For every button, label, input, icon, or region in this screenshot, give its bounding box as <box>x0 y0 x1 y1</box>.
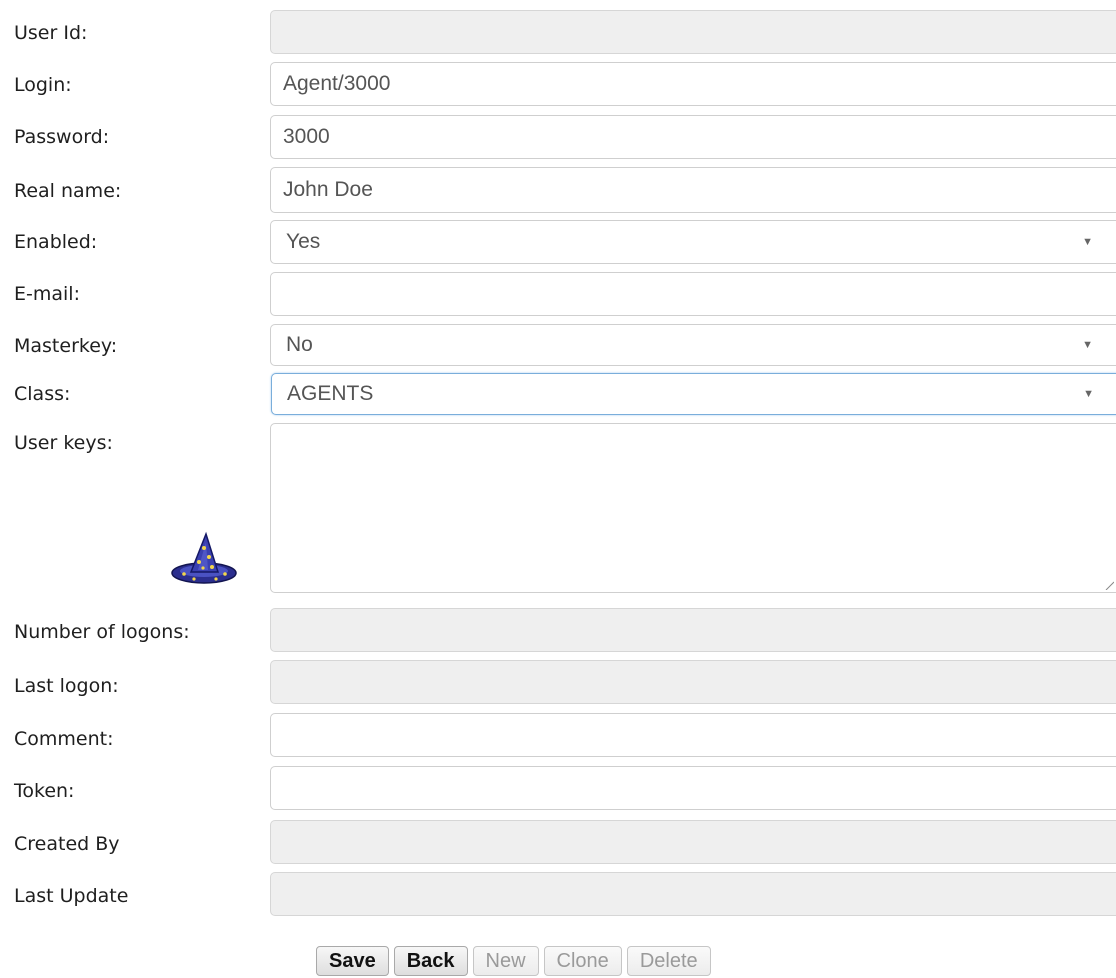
number-of-logons-label: Number of logons: <box>14 621 190 643</box>
new-button: New <box>472 946 539 976</box>
login-label: Login: <box>14 74 72 96</box>
resize-grip-icon[interactable] <box>1104 580 1114 590</box>
last-update-field <box>270 872 1116 916</box>
email-field[interactable] <box>270 272 1116 316</box>
chevron-down-icon: ▼ <box>1082 339 1093 351</box>
real-name-field[interactable]: John Doe <box>270 167 1116 213</box>
masterkey-label: Masterkey: <box>14 335 118 357</box>
created-by-label: Created By <box>14 833 120 855</box>
password-field[interactable]: 3000 <box>270 115 1116 159</box>
comment-field[interactable] <box>270 713 1116 757</box>
email-label: E-mail: <box>14 283 80 305</box>
token-field[interactable] <box>270 766 1116 810</box>
chevron-down-icon: ▼ <box>1083 388 1094 400</box>
user-keys-textarea[interactable] <box>270 423 1116 593</box>
last-logon-label: Last logon: <box>14 675 119 697</box>
class-label: Class: <box>14 383 71 405</box>
enabled-select-value: Yes <box>286 230 321 253</box>
clone-button: Clone <box>543 946 622 976</box>
back-button[interactable]: Back <box>393 946 468 976</box>
user-keys-label: User keys: <box>14 432 113 454</box>
masterkey-select-value: No <box>286 333 313 356</box>
class-select[interactable]: AGENTS ▼ <box>271 373 1116 415</box>
last-update-label: Last Update <box>14 885 129 907</box>
token-label: Token: <box>14 780 75 802</box>
comment-label: Comment: <box>14 728 114 750</box>
user-id-field <box>270 10 1116 54</box>
last-logon-field <box>270 660 1116 704</box>
class-select-value: AGENTS <box>287 382 374 405</box>
wizard-hat-icon[interactable] <box>168 530 240 588</box>
enabled-select[interactable]: Yes ▼ <box>270 220 1116 264</box>
real-name-label: Real name: <box>14 180 122 202</box>
chevron-down-icon: ▼ <box>1082 236 1093 248</box>
created-by-field <box>270 820 1116 864</box>
delete-button: Delete <box>626 946 711 976</box>
form-actions: Save Back New Clone Delete <box>316 946 711 976</box>
number-of-logons-field <box>270 608 1116 652</box>
enabled-label: Enabled: <box>14 231 98 253</box>
masterkey-select[interactable]: No ▼ <box>270 324 1116 366</box>
user-id-label: User Id: <box>14 22 88 44</box>
save-button[interactable]: Save <box>316 946 389 976</box>
login-field[interactable]: Agent/3000 <box>270 62 1116 106</box>
password-label: Password: <box>14 126 110 148</box>
